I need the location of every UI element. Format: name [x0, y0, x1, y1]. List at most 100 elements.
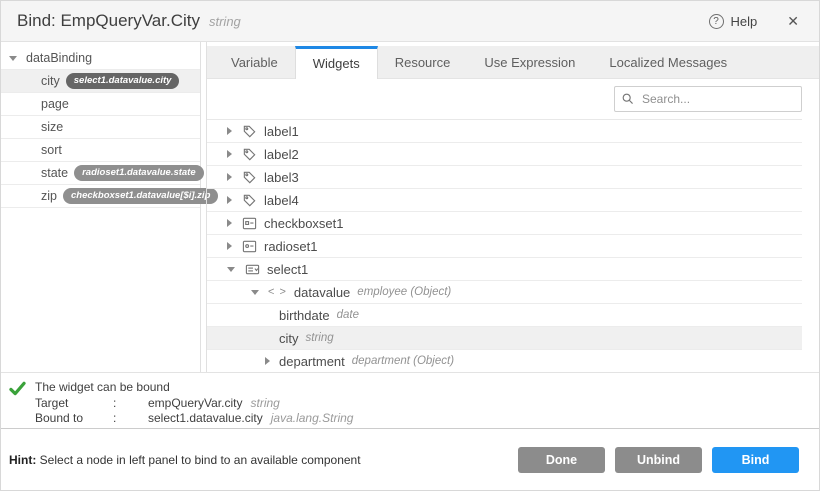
tree-node-label: birthdate	[279, 308, 330, 323]
sidebar-item-label: zip	[41, 189, 57, 203]
tree-node-label: checkboxset1	[264, 216, 344, 231]
chevron-right-icon[interactable]	[227, 242, 232, 250]
tree-node-label: select1	[267, 262, 308, 277]
tree-node-label: label3	[264, 170, 299, 185]
tree-node-label: department	[279, 354, 345, 369]
tree-node-select1[interactable]: select1	[207, 258, 802, 281]
binding-sidebar: dataBinding city select1.datavalue.city …	[1, 42, 201, 372]
tab-bar: Variable Widgets Resource Use Expression…	[207, 46, 819, 79]
tree-node-label: radioset1	[264, 239, 317, 254]
sidebar-item-label: size	[41, 120, 63, 134]
tree-node-department[interactable]: department department (Object)	[207, 350, 802, 372]
bind-status-panel: The widget can be bound Target:empQueryV…	[1, 373, 819, 429]
tree-node-city[interactable]: city string	[207, 327, 802, 350]
tree-node-type: date	[337, 309, 359, 321]
sidebar-item-page[interactable]: page	[1, 93, 200, 116]
code-brackets-icon: < >	[268, 284, 287, 300]
chevron-down-icon[interactable]	[9, 56, 17, 61]
tab-localized-messages[interactable]: Localized Messages	[592, 46, 744, 79]
search-row	[207, 79, 819, 119]
sidebar-item-databinding-root[interactable]: dataBinding	[1, 47, 200, 70]
help-icon[interactable]: ?	[709, 14, 724, 29]
hint-label: Hint:	[9, 453, 36, 467]
tree-node-label1[interactable]: label1	[207, 120, 802, 143]
title-type-annotation: string	[209, 14, 241, 29]
radioset-icon	[241, 238, 257, 254]
select-widget-icon	[244, 261, 260, 277]
checkboxset-icon	[241, 215, 257, 231]
tree-node-datavalue[interactable]: < > datavalue employee (Object)	[207, 281, 802, 304]
search-box	[614, 86, 802, 112]
success-check-icon	[9, 380, 35, 428]
search-input[interactable]	[614, 86, 802, 112]
tab-use-expression[interactable]: Use Expression	[467, 46, 592, 79]
tag-icon	[241, 146, 257, 162]
widget-tree: label1 label2 label3 label4	[207, 119, 802, 372]
tree-node-label: city	[279, 331, 299, 346]
status-row-label: Bound to	[35, 411, 113, 427]
tree-node-type: employee (Object)	[357, 286, 451, 298]
status-row-value: empQueryVar.city	[148, 396, 242, 410]
search-icon	[621, 92, 635, 106]
status-row-label: Target	[35, 396, 113, 412]
tree-node-label2[interactable]: label2	[207, 143, 802, 166]
status-message: The widget can be bound	[35, 380, 353, 396]
status-row-type: string	[250, 396, 279, 410]
sidebar-item-label: state	[41, 166, 68, 180]
sidebar-item-state[interactable]: state radioset1.datavalue.state	[1, 162, 200, 185]
help-link[interactable]: Help	[731, 14, 758, 29]
bind-dialog: Bind: EmpQueryVar.City string ? Help ✕ d…	[0, 0, 820, 491]
tree-node-birthdate[interactable]: birthdate date	[207, 304, 802, 327]
tree-node-label: label4	[264, 193, 299, 208]
unbind-button[interactable]: Unbind	[615, 447, 702, 473]
hint-body: Select a node in left panel to bind to a…	[40, 453, 361, 467]
tag-icon	[241, 192, 257, 208]
chevron-right-icon[interactable]	[227, 219, 232, 227]
sidebar-item-sort[interactable]: sort	[1, 139, 200, 162]
tab-widgets[interactable]: Widgets	[295, 46, 378, 79]
tree-node-label3[interactable]: label3	[207, 166, 802, 189]
tab-resource[interactable]: Resource	[378, 46, 468, 79]
status-boundto-row: Bound to:select1.datavalue.cityjava.lang…	[35, 411, 353, 427]
binding-pill: select1.datavalue.city	[66, 73, 180, 89]
tree-node-label4[interactable]: label4	[207, 189, 802, 212]
status-row-value: select1.datavalue.city	[148, 411, 263, 425]
hint-text: Hint: Select a node in left panel to bin…	[9, 453, 361, 467]
bind-button[interactable]: Bind	[712, 447, 799, 473]
done-button[interactable]: Done	[518, 447, 605, 473]
sidebar-item-zip[interactable]: zip checkboxset1.datavalue[$i].zip	[1, 185, 200, 208]
chevron-down-icon[interactable]	[251, 290, 259, 295]
sidebar-item-city[interactable]: city select1.datavalue.city	[1, 70, 200, 93]
binding-pill: radioset1.datavalue.state	[74, 165, 204, 181]
tag-icon	[241, 123, 257, 139]
page-title: Bind: EmpQueryVar.City	[17, 11, 200, 31]
sidebar-item-label: page	[41, 97, 69, 111]
status-colon: :	[113, 396, 148, 412]
dialog-header: Bind: EmpQueryVar.City string ? Help ✕	[1, 1, 819, 42]
status-target-row: Target:empQueryVar.city string	[35, 396, 353, 412]
chevron-right-icon[interactable]	[265, 357, 270, 365]
chevron-right-icon[interactable]	[227, 196, 232, 204]
sidebar-item-label: city	[41, 74, 60, 88]
status-row-type: java.lang.String	[271, 411, 354, 425]
tab-variable[interactable]: Variable	[214, 46, 295, 79]
tree-node-label: datavalue	[294, 285, 350, 300]
sidebar-item-size[interactable]: size	[1, 116, 200, 139]
chevron-down-icon[interactable]	[227, 267, 235, 272]
main-panel: Variable Widgets Resource Use Expression…	[206, 42, 819, 372]
chevron-right-icon[interactable]	[227, 173, 232, 181]
close-icon[interactable]: ✕	[787, 13, 799, 30]
chevron-right-icon[interactable]	[227, 127, 232, 135]
sidebar-root-label: dataBinding	[26, 51, 92, 65]
tree-node-checkboxset1[interactable]: checkboxset1	[207, 212, 802, 235]
tree-node-radioset1[interactable]: radioset1	[207, 235, 802, 258]
help-question-glyph: ?	[713, 16, 719, 27]
tree-node-type: string	[306, 332, 334, 344]
dialog-body: dataBinding city select1.datavalue.city …	[1, 42, 819, 373]
tree-node-type: department (Object)	[352, 355, 454, 367]
chevron-right-icon[interactable]	[227, 150, 232, 158]
binding-pill: checkboxset1.datavalue[$i].zip	[63, 188, 218, 204]
tag-icon	[241, 169, 257, 185]
dialog-footer: Hint: Select a node in left panel to bin…	[1, 429, 819, 490]
sidebar-item-label: sort	[41, 143, 62, 157]
